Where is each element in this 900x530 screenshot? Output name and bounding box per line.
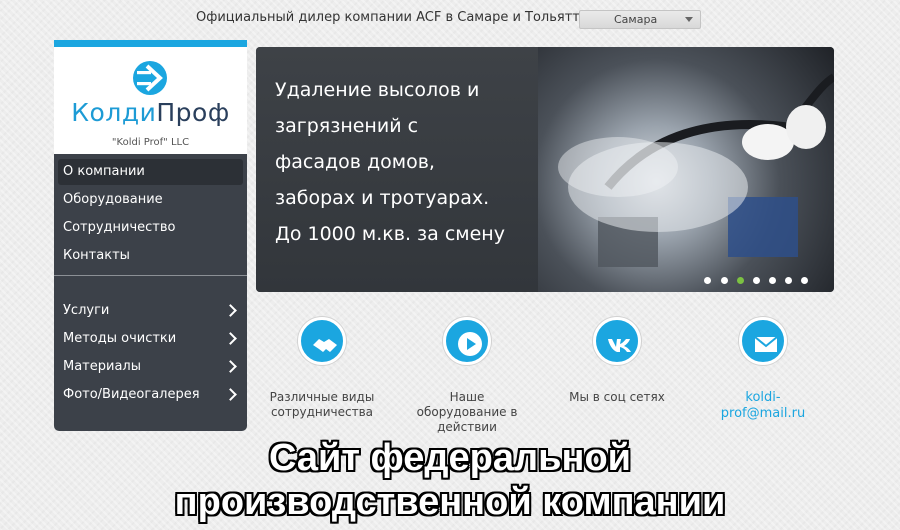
- slider-dot[interactable]: [801, 277, 808, 284]
- feature-circle[interactable]: [443, 317, 491, 365]
- hero-line: фасадов домов,: [275, 151, 435, 173]
- sidebar-divider: [54, 275, 247, 276]
- feature-circle[interactable]: [739, 317, 787, 365]
- logo-arrow-icon: [133, 61, 167, 95]
- feature-label-line: Наше: [449, 390, 485, 404]
- slider-dot[interactable]: [752, 277, 760, 284]
- feature-equipment-video[interactable]: Наше оборудование в действии: [407, 317, 527, 435]
- feature-email[interactable]: koldi- prof@mail.ru: [703, 317, 823, 422]
- logo-subtitle: "Koldi Prof" LLC: [111, 137, 190, 148]
- city-select-value: Самара: [614, 13, 658, 26]
- feature-label-line: действии: [437, 420, 497, 434]
- feature-label-line: Различные виды: [269, 390, 375, 404]
- logo-name: КолдиПроф: [54, 98, 247, 127]
- feature-label-line: koldi-: [745, 390, 781, 405]
- top-bar: Официальный дилер компании ACF в Самаре …: [0, 0, 900, 38]
- vk-icon: [608, 339, 631, 352]
- caption-line: производственной компании: [174, 481, 726, 523]
- logo[interactable]: КолдиПроф "Koldi Prof" LLC: [54, 40, 247, 154]
- sidebar-item-services[interactable]: Услуги: [58, 298, 243, 324]
- sidebar-item-label: Услуги: [63, 303, 110, 318]
- caption-line: Сайт федеральной: [268, 437, 632, 479]
- sidebar-item-label: Контакты: [63, 248, 130, 263]
- feature-social[interactable]: Мы в соц сетях: [557, 317, 677, 405]
- feature-label-line: сотрудничества: [270, 405, 374, 419]
- feature-label: Наше оборудование в действии: [407, 390, 527, 435]
- city-select[interactable]: Самара: [579, 10, 701, 29]
- sidebar-item-label: Методы очистки: [63, 331, 177, 346]
- steam-cleaning-illustration: [558, 73, 834, 267]
- dealer-text: Официальный дилер компании ACF в Самаре …: [196, 10, 589, 25]
- sidebar-item-label: Сотрудничество: [63, 220, 176, 235]
- sidebar-item-label: Оборудование: [63, 192, 163, 207]
- slider-dot[interactable]: [768, 277, 776, 284]
- hero-text: Удаление высолов и загрязнений с фасадов…: [275, 72, 535, 252]
- feature-label: Мы в соц сетях: [557, 390, 677, 405]
- feature-circle[interactable]: [298, 317, 346, 365]
- chevron-right-icon: [224, 388, 237, 401]
- sidebar-item-materials[interactable]: Материалы: [58, 354, 243, 380]
- slider-dot[interactable]: [720, 277, 728, 284]
- chevron-right-icon: [224, 304, 237, 317]
- sidebar-item-contacts[interactable]: Контакты: [58, 243, 243, 269]
- hero-line: загрязнений с: [275, 115, 419, 137]
- hero-line: заборах и тротуарах.: [275, 187, 490, 209]
- sidebar-item-label: Материалы: [63, 359, 141, 374]
- sidebar-item-about[interactable]: О компании: [58, 159, 243, 185]
- chevron-right-icon: [224, 332, 237, 345]
- sidebar-item-equipment[interactable]: Оборудование: [58, 187, 243, 213]
- feature-label: Различные виды сотрудничества: [262, 390, 382, 420]
- sidebar-item-label: О компании: [63, 164, 145, 179]
- sidebar-item-cooperation[interactable]: Сотрудничество: [58, 215, 243, 241]
- slider-dot[interactable]: [784, 277, 792, 284]
- sidebar-item-gallery[interactable]: Фото/Видеогалерея: [58, 382, 243, 408]
- hero-line: До 1000 м.кв. за смену: [275, 223, 505, 245]
- slider-dot-active[interactable]: [736, 277, 744, 284]
- hero-photo: [538, 47, 834, 292]
- handshake-icon: [313, 339, 337, 352]
- slider-dots: [700, 269, 808, 284]
- hero-text-panel: Удаление высолов и загрязнений с фасадов…: [256, 47, 538, 292]
- feature-label-line: prof@mail.ru: [720, 406, 806, 421]
- mail-icon: [754, 336, 778, 352]
- slider-dot[interactable]: [704, 277, 712, 284]
- hero-slider[interactable]: Удаление высолов и загрязнений с фасадов…: [256, 47, 834, 292]
- logo-name-part2: Проф: [156, 98, 230, 127]
- email-link[interactable]: koldi- prof@mail.ru: [703, 390, 823, 422]
- feature-cooperation[interactable]: Различные виды сотрудничества: [262, 317, 382, 420]
- chevron-right-icon: [224, 360, 237, 373]
- sidebar-item-cleaning-methods[interactable]: Методы очистки: [58, 326, 243, 352]
- feature-circle[interactable]: [593, 317, 641, 365]
- feature-label-line: оборудование в: [416, 405, 518, 419]
- sidebar-item-label: Фото/Видеогалерея: [63, 387, 200, 402]
- feature-label-line: Мы в соц сетях: [569, 390, 665, 404]
- chevron-down-icon: [685, 17, 693, 22]
- sidebar-menu: О компании Оборудование Сотрудничество К…: [54, 154, 247, 431]
- caption-overlay: Сайт федеральной производственной компан…: [0, 436, 900, 524]
- logo-name-part1: Колди: [71, 98, 157, 127]
- hero-line: Удаление высолов и: [275, 79, 480, 101]
- play-icon: [458, 332, 482, 356]
